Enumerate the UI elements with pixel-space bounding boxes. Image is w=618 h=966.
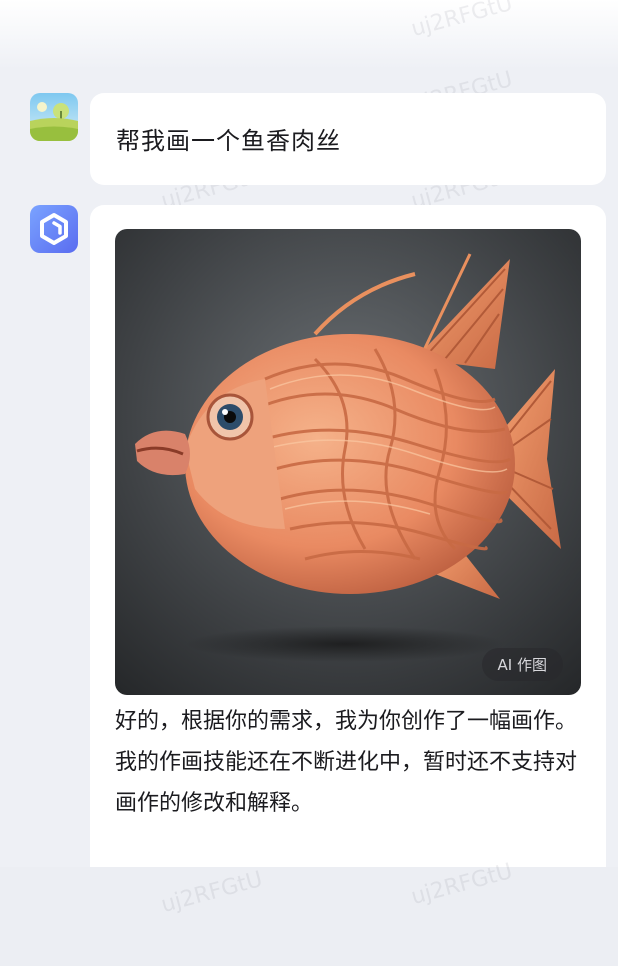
hexagon-logo-icon: [40, 213, 68, 245]
bottom-area: [0, 867, 618, 966]
top-background: [0, 0, 618, 70]
landscape-avatar-icon: [30, 93, 78, 141]
ai-image-badge: AI 作图: [481, 648, 563, 681]
assistant-avatar[interactable]: [30, 205, 78, 253]
assistant-reply: 好的，根据你的需求，我为你创作了一幅画作。 我的作画技能还在不断进化中，暂时还不…: [115, 701, 585, 824]
reply-paragraph: 我的作画技能还在不断进化中，暂时还不支持对画作的修改和解释。: [115, 750, 578, 816]
assistant-message-bubble: AI 作图 好的，根据你的需求，我为你创作了一幅画作。 我的作画技能还在不断进化…: [90, 205, 606, 867]
user-message-bubble: 帮我画一个鱼香肉丝: [90, 93, 606, 185]
fish-illustration: [115, 229, 581, 695]
user-message-text: 帮我画一个鱼香肉丝: [116, 127, 341, 155]
reply-paragraph: 好的，根据你的需求，我为你创作了一幅画作。: [115, 709, 578, 734]
user-avatar[interactable]: [30, 93, 78, 141]
generated-image[interactable]: AI 作图: [115, 229, 581, 695]
